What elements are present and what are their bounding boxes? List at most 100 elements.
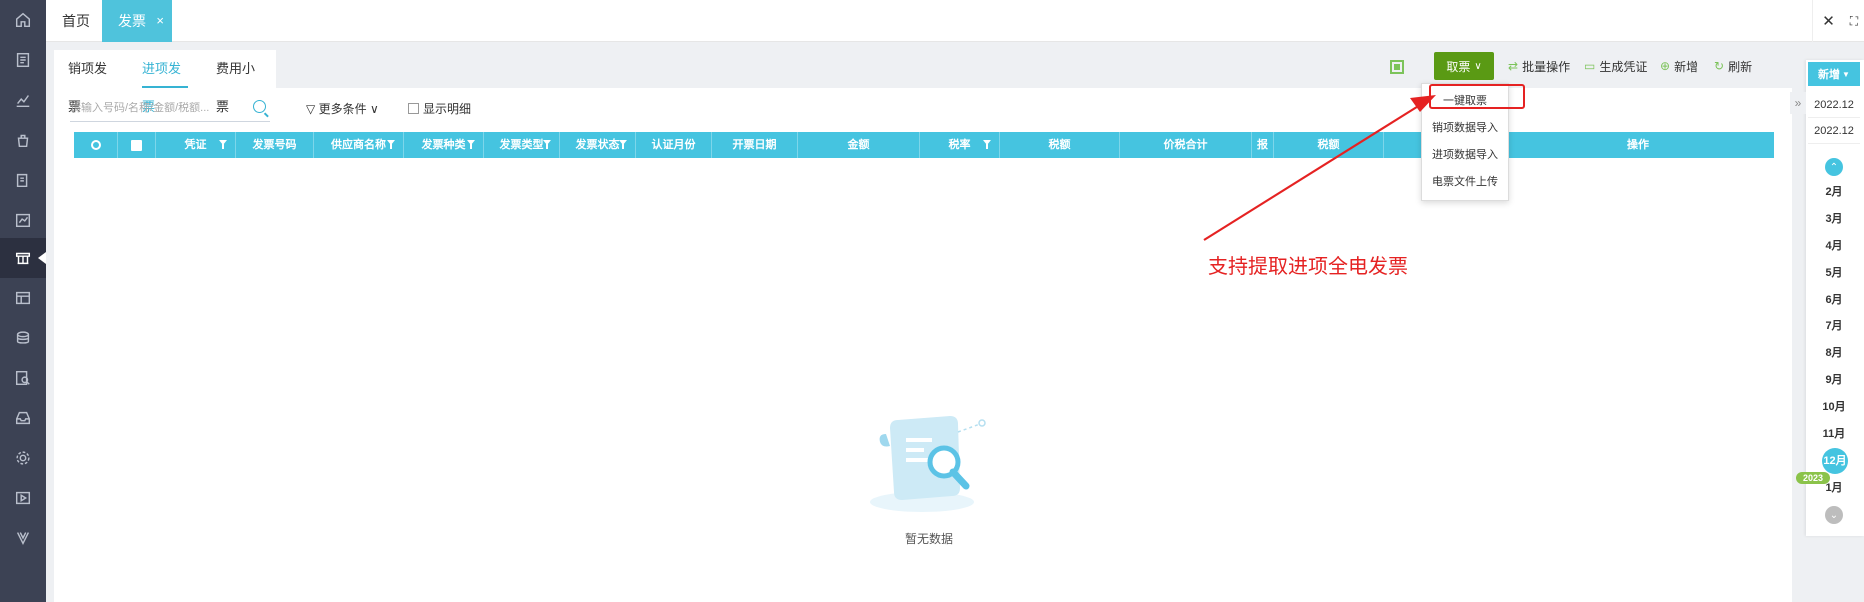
invoice-panel: 销项发票 进项发票 费用小票 取票 ∨ ⇄ 批量操作 ▭ 生成凭证 ⊕ 新增 ↻…	[54, 50, 1792, 602]
fullscreen-icon[interactable]: ⛶	[1844, 0, 1864, 42]
column-settings[interactable]	[74, 132, 118, 158]
chart-icon[interactable]	[0, 80, 46, 120]
more-conditions-button[interactable]: ▽ 更多条件 ∨	[306, 100, 379, 117]
checkbox[interactable]	[408, 103, 419, 114]
close-icon[interactable]: ✕	[1812, 0, 1844, 42]
stack-icon[interactable]	[0, 318, 46, 358]
month-item[interactable]: 3月	[1808, 209, 1860, 229]
show-detail-label: 显示明细	[423, 102, 472, 116]
month-item[interactable]: 6月	[1808, 290, 1860, 310]
filter-icon[interactable]	[619, 140, 627, 149]
tab-purchase-invoice[interactable]: 进项发票	[128, 50, 202, 114]
month-item[interactable]: 11月	[1808, 424, 1860, 444]
select-all-checkbox[interactable]	[131, 139, 142, 151]
batch-operation-button[interactable]: ⇄ 批量操作	[1508, 52, 1570, 80]
month-item[interactable]: 4月	[1808, 236, 1860, 256]
column-invoice-status[interactable]: 发票状态	[560, 132, 636, 158]
show-detail-checkbox[interactable]: 显示明细	[408, 100, 471, 117]
book-icon[interactable]	[0, 160, 46, 200]
month-item[interactable]: 1月	[1808, 478, 1860, 498]
tab-home[interactable]: 首页	[62, 0, 90, 42]
scroll-up-icon[interactable]: ⌃	[1825, 158, 1843, 176]
gear-icon[interactable]	[0, 438, 46, 478]
month-item[interactable]: 8月	[1808, 343, 1860, 363]
column-supplier-name[interactable]: 供应商名称	[314, 132, 404, 158]
home-icon[interactable]	[0, 0, 46, 40]
close-tab-icon[interactable]: ×	[156, 0, 164, 42]
period-label[interactable]: 2022.12	[1808, 118, 1860, 144]
filter-icon[interactable]	[467, 140, 475, 149]
column-tax-amount[interactable]: 税额	[1000, 132, 1120, 158]
play-icon[interactable]	[0, 478, 46, 518]
search-box	[70, 94, 270, 122]
period-label[interactable]: 2022.12	[1808, 92, 1860, 118]
column-tax-amount-2[interactable]: 税额	[1274, 132, 1384, 158]
collapse-panel-icon[interactable]: »	[1790, 92, 1806, 114]
table-icon[interactable]	[0, 278, 46, 318]
column-invoice-kind[interactable]: 发票种类	[404, 132, 484, 158]
column-invoice-type[interactable]: 发票类型	[484, 132, 560, 158]
chevron-down-icon: ∨	[1474, 60, 1482, 72]
batch-label: 批量操作	[1522, 59, 1571, 74]
tab-sales-invoice[interactable]: 销项发票	[54, 50, 128, 114]
filter-icon[interactable]	[983, 140, 991, 149]
annotation-text: 支持提取进项全电发票	[1208, 254, 1408, 278]
column-tax-rate[interactable]: 税率	[920, 132, 1000, 158]
search-doc-icon[interactable]	[0, 358, 46, 398]
scroll-down-icon[interactable]: ⌄	[1825, 506, 1843, 524]
refresh-label: 刷新	[1728, 59, 1753, 74]
menu-item-efile-upload[interactable]: 电票文件上传	[1422, 169, 1508, 196]
empty-data-illustration	[870, 416, 986, 512]
qrcode-icon[interactable]	[1390, 52, 1408, 82]
add-button[interactable]: ⊕ 新增	[1660, 52, 1698, 80]
new-period-button[interactable]: 新增 ▼	[1808, 62, 1860, 86]
month-item[interactable]: 10月	[1808, 397, 1860, 417]
column-total[interactable]: 价税合计	[1120, 132, 1252, 158]
report-icon[interactable]	[0, 200, 46, 240]
column-voucher[interactable]: 凭证	[156, 132, 236, 158]
select-all-cell[interactable]	[118, 132, 156, 158]
tab-invoice-label: 发票	[118, 13, 146, 29]
empty-data-text: 暂无数据	[904, 532, 953, 546]
refresh-icon: ↻	[1714, 59, 1725, 73]
voucher-label: 生成凭证	[1599, 59, 1648, 74]
add-label: 新增	[1674, 59, 1699, 74]
month-item[interactable]: 7月	[1808, 316, 1860, 336]
v-icon[interactable]	[0, 518, 46, 558]
column-report[interactable]: 报	[1252, 132, 1274, 158]
doc-icon[interactable]	[0, 40, 46, 80]
search-input[interactable]	[70, 101, 240, 114]
invoice-icon[interactable]	[0, 238, 46, 278]
filter-icon: ▽	[306, 102, 316, 116]
tab-expense-receipt[interactable]: 费用小票	[202, 50, 276, 114]
month-item[interactable]: 5月	[1808, 263, 1860, 283]
filter-icon[interactable]	[219, 140, 227, 149]
bag-icon[interactable]	[0, 120, 46, 160]
voucher-icon: ▭	[1584, 59, 1596, 73]
plus-circle-icon: ⊕	[1660, 59, 1671, 73]
column-invoice-number[interactable]: 发票号码	[236, 132, 314, 158]
tray-icon[interactable]	[0, 398, 46, 438]
new-period-label: 新增	[1818, 69, 1841, 81]
column-issue-date[interactable]: 开票日期	[712, 132, 798, 158]
month-item-active[interactable]: 12月	[1822, 448, 1848, 474]
tab-invoice[interactable]: 发票 ×	[102, 0, 172, 42]
column-actions[interactable]: 操作	[1502, 132, 1774, 158]
filter-icon[interactable]	[543, 140, 551, 149]
search-icon[interactable]	[253, 100, 266, 113]
menu-item-purchase-import[interactable]: 进项数据导入	[1422, 142, 1508, 169]
menu-item-sales-import[interactable]: 销项数据导入	[1422, 115, 1508, 142]
month-item[interactable]: 2月	[1808, 182, 1860, 202]
fetch-invoice-button[interactable]: 取票 ∨	[1434, 52, 1494, 80]
invoice-table-header: 凭证 发票号码 供应商名称 发票种类 发票类型 发票状态 认证月份 开票日期 金…	[74, 132, 1774, 158]
month-item[interactable]: 9月	[1808, 370, 1860, 390]
gear-icon	[90, 140, 101, 151]
batch-icon: ⇄	[1508, 59, 1519, 73]
column-cert-month[interactable]: 认证月份	[636, 132, 712, 158]
column-amount[interactable]: 金额	[798, 132, 920, 158]
left-nav	[0, 0, 46, 602]
refresh-button[interactable]: ↻ 刷新	[1714, 52, 1752, 80]
generate-voucher-button[interactable]: ▭ 生成凭证	[1584, 52, 1647, 80]
invoice-subtabs: 销项发票 进项发票 费用小票	[54, 50, 276, 114]
filter-icon[interactable]	[387, 140, 395, 149]
